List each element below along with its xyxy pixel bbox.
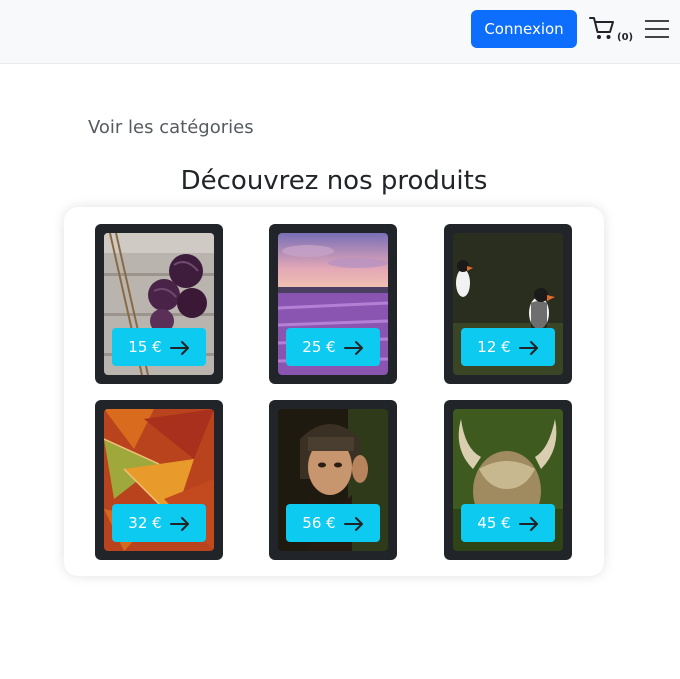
product-card[interactable]: 32 € bbox=[95, 400, 223, 560]
navbar: Connexion (0) bbox=[0, 0, 680, 64]
product-card[interactable]: 25 € bbox=[269, 224, 397, 384]
menu-toggle-button[interactable] bbox=[644, 18, 670, 40]
login-button[interactable]: Connexion bbox=[471, 10, 577, 48]
product-card[interactable]: 15 € bbox=[95, 224, 223, 384]
arrow-right-icon bbox=[169, 516, 190, 531]
cart-count-badge: (0) bbox=[617, 32, 634, 43]
price-label: 15 € bbox=[128, 338, 162, 356]
products-panel: 15 € 25 € 12 € 32 € 56 € 45 € bbox=[64, 207, 604, 576]
product-price-button[interactable]: 45 € bbox=[461, 504, 555, 542]
product-card[interactable]: 56 € bbox=[269, 400, 397, 560]
price-label: 25 € bbox=[302, 338, 336, 356]
product-price-button[interactable]: 56 € bbox=[286, 504, 380, 542]
product-card[interactable]: 45 € bbox=[444, 400, 572, 560]
price-label: 56 € bbox=[302, 514, 336, 532]
product-price-button[interactable]: 15 € bbox=[112, 328, 206, 366]
product-price-button[interactable]: 25 € bbox=[286, 328, 380, 366]
arrow-right-icon bbox=[518, 516, 539, 531]
price-label: 12 € bbox=[477, 338, 511, 356]
arrow-right-icon bbox=[343, 340, 364, 355]
price-label: 45 € bbox=[477, 514, 511, 532]
arrow-right-icon bbox=[518, 340, 539, 355]
product-price-button[interactable]: 32 € bbox=[112, 504, 206, 542]
cart-button[interactable]: (0) bbox=[588, 14, 636, 48]
product-card[interactable]: 12 € bbox=[444, 224, 572, 384]
arrow-right-icon bbox=[169, 340, 190, 355]
price-label: 32 € bbox=[128, 514, 162, 532]
arrow-right-icon bbox=[343, 516, 364, 531]
categories-link[interactable]: Voir les catégories bbox=[88, 117, 254, 138]
hamburger-menu-icon bbox=[645, 20, 669, 38]
product-price-button[interactable]: 12 € bbox=[461, 328, 555, 366]
cart-icon bbox=[589, 17, 614, 39]
page-title: Découvrez nos produits bbox=[180, 166, 488, 196]
